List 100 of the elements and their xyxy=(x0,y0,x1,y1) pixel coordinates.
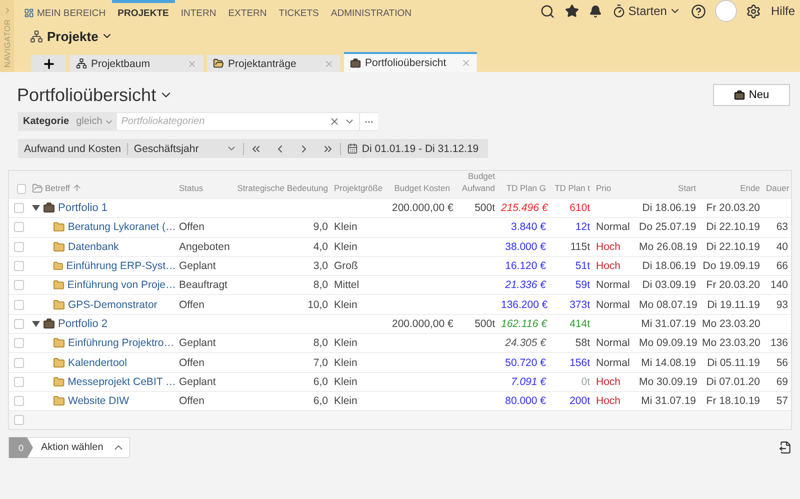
settings-icon xyxy=(746,4,761,18)
project-link[interactable]: Beratung Lykoranet (… xyxy=(68,221,176,234)
nav-tab[interactable]: PROJEKTE xyxy=(112,0,175,22)
table-cell-text: 156t xyxy=(568,356,591,369)
project-link[interactable]: Einführung von Proje… xyxy=(67,279,176,292)
table-cell-text: 9,0 xyxy=(312,221,329,234)
project-link[interactable]: Einführung ERP-Syst… xyxy=(66,260,176,272)
table-cell-text: Hoch xyxy=(595,260,622,272)
nav-tab[interactable]: ADMINISTRATION xyxy=(324,0,418,22)
table-cell-text: 56 xyxy=(775,356,789,369)
row-checkbox[interactable] xyxy=(14,376,24,387)
table-cell-text: 21.336 € xyxy=(504,279,548,292)
project-link[interactable]: Portfolio 2 xyxy=(58,318,108,330)
table-cell-text: Mo 23.03.20 xyxy=(701,318,762,330)
table-cell-text: 50.720 € xyxy=(504,356,547,369)
date-range-button[interactable]: Di 01.01.19 - Di 31.12.19 xyxy=(340,139,485,158)
table-cell-text: 59t xyxy=(574,279,591,292)
tab[interactable]: Portfolioübersicht xyxy=(344,52,477,72)
close-icon[interactable] xyxy=(187,58,197,68)
select-all-checkbox[interactable] xyxy=(17,184,26,194)
table-cell-text: 136.200 € xyxy=(500,298,549,311)
table-cell-text: Normal xyxy=(595,279,631,292)
table-cell-text: Mo 09.09.19 xyxy=(638,337,698,350)
view-button[interactable]: Aufwand und Kosten xyxy=(18,139,127,158)
table-cell-text: Normal xyxy=(595,221,631,234)
table-cell-text: 500t xyxy=(474,318,496,330)
briefcase-icon xyxy=(43,202,55,214)
table-cell-text: Di 22.10.19 xyxy=(705,221,761,234)
row-checkbox[interactable] xyxy=(14,300,24,310)
table-cell-text: Klein xyxy=(333,298,358,311)
row-checkbox[interactable] xyxy=(14,318,24,329)
expanded-triangle-icon[interactable] xyxy=(32,205,40,212)
sort-arrow-icon[interactable] xyxy=(72,183,82,194)
start-button[interactable]: Starten xyxy=(607,4,686,18)
nav-tab[interactable]: INTERN xyxy=(174,0,222,22)
table-cell-text: Mo 08.07.19 xyxy=(638,298,698,311)
table-cell-text: Klein xyxy=(333,356,358,369)
add-tab-button[interactable] xyxy=(31,55,66,72)
clear-icon[interactable] xyxy=(329,116,340,127)
nav-tab[interactable]: MEIN BEREICH xyxy=(18,0,112,22)
project-link[interactable]: Website DIW xyxy=(68,395,130,408)
project-link[interactable]: Einführung Projektro… xyxy=(68,337,174,350)
table-cell-text: Di 03.09.19 xyxy=(641,279,697,292)
table-cell-text: 58t xyxy=(574,337,591,350)
table-cell-text: Geplant xyxy=(178,376,217,388)
row-checkbox[interactable] xyxy=(14,358,24,368)
hierarchy-icon xyxy=(30,30,43,42)
project-link[interactable]: Messeprojekt CeBIT … xyxy=(68,376,176,388)
module-title[interactable]: Projekte xyxy=(47,28,114,44)
expanded-triangle-icon[interactable] xyxy=(32,320,40,327)
row-checkbox[interactable] xyxy=(14,415,24,426)
project-link[interactable]: Portfolio 1 xyxy=(58,202,108,214)
close-icon[interactable] xyxy=(324,58,334,68)
close-icon[interactable] xyxy=(461,58,471,68)
table-cell-text: 80.000 € xyxy=(504,395,547,408)
help-link[interactable]: Hilfe xyxy=(766,4,800,18)
row-checkbox[interactable] xyxy=(14,242,24,252)
table-cell-text: 200t xyxy=(568,395,591,408)
row-checkbox[interactable] xyxy=(14,338,24,348)
project-link[interactable]: Datenbank xyxy=(68,240,119,253)
period-dropdown[interactable]: Geschäftsjahr xyxy=(128,139,243,158)
table-cell-text: 6,0 xyxy=(312,376,329,388)
folder-icon xyxy=(53,395,65,408)
nav-tab[interactable]: EXTERN xyxy=(222,0,273,22)
action-dropdown[interactable]: Aktion wählen xyxy=(33,441,129,454)
stopwatch-icon xyxy=(612,4,626,18)
table-cell-text: 12t xyxy=(574,221,591,234)
selection-count: 0 xyxy=(9,437,33,458)
table-cell-text: Klein xyxy=(333,221,358,234)
table-cell-text: Mi 31.07.19 xyxy=(640,395,697,408)
table-cell-text: 7,0 xyxy=(312,356,329,369)
project-link[interactable]: Kalendertool xyxy=(68,356,127,369)
table-cell-text: Geplant xyxy=(178,260,217,272)
table-cell-text: 8,0 xyxy=(312,337,329,350)
project-link[interactable]: GPS-Demonstrator xyxy=(68,298,158,311)
more-button[interactable] xyxy=(360,113,378,130)
folder-icon xyxy=(53,356,65,369)
help-icon xyxy=(690,4,706,18)
table-cell-text: Angeboten xyxy=(178,240,231,253)
row-checkbox[interactable] xyxy=(14,261,24,272)
new-button[interactable]: Neu xyxy=(713,84,790,106)
row-checkbox[interactable] xyxy=(14,396,24,406)
row-checkbox[interactable] xyxy=(14,203,24,214)
tab[interactable]: Projektanträge xyxy=(207,55,340,72)
table-cell-text: 6,0 xyxy=(312,395,329,408)
plus-icon xyxy=(42,56,56,70)
table-cell-text: 51t xyxy=(574,260,591,272)
calendar-icon xyxy=(346,143,358,154)
export-icon[interactable] xyxy=(779,441,792,454)
table-cell-text: Geplant xyxy=(178,337,217,350)
table-cell-text: Mo 26.08.19 xyxy=(638,240,698,253)
nav-tab[interactable]: TICKETS xyxy=(272,0,325,22)
table-cell-text: 200.000,00 € xyxy=(391,318,453,330)
folder-icon xyxy=(53,260,64,272)
row-checkbox[interactable] xyxy=(14,222,24,232)
page-title[interactable]: Portfolioübersicht xyxy=(17,84,174,106)
table-cell-text: 93 xyxy=(775,298,789,311)
tab[interactable]: Projektbaum xyxy=(70,55,203,72)
row-checkbox[interactable] xyxy=(14,280,24,290)
table-cell-text: Offen xyxy=(178,395,206,408)
